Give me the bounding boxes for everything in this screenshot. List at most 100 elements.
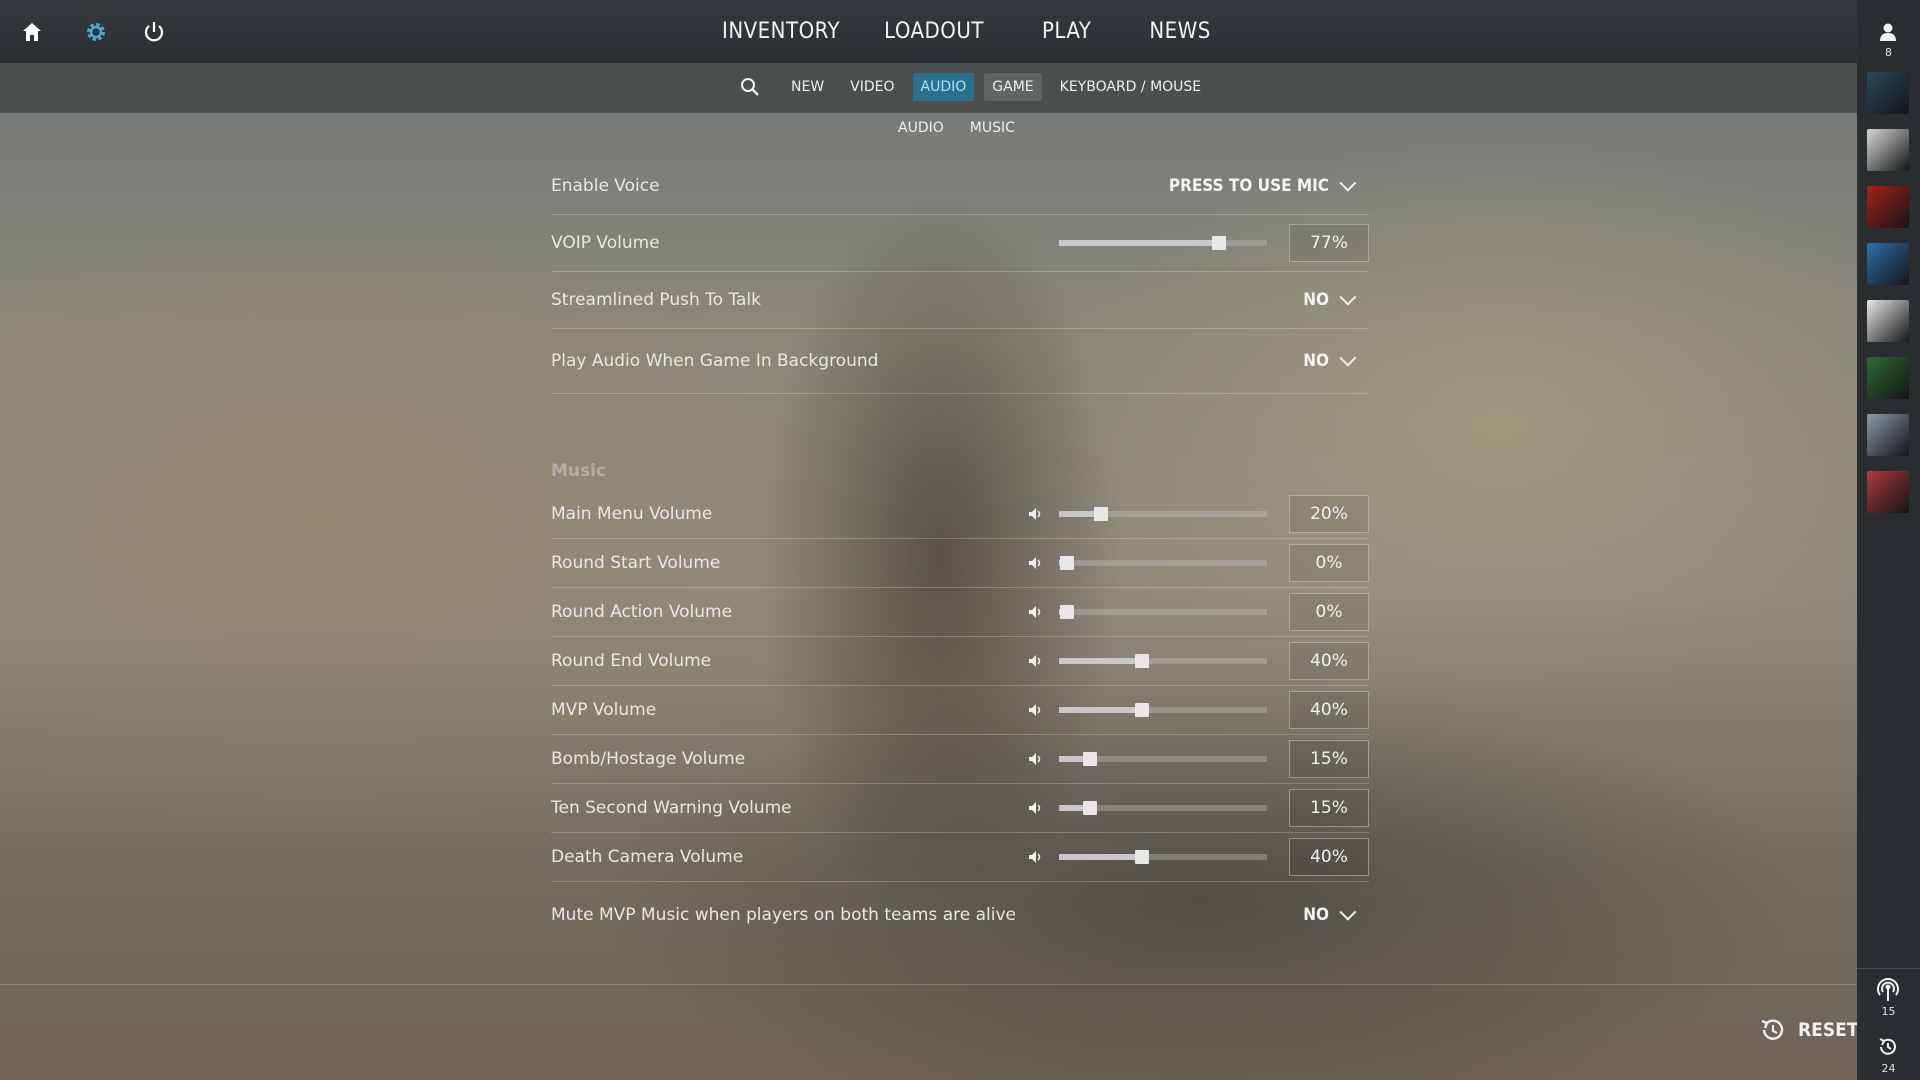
music-volume-slider[interactable] (1059, 752, 1267, 766)
music-settings-list: Main Menu Volume 20% Round Start Volume … (551, 490, 1369, 882)
broadcast-button[interactable]: 15 (1857, 968, 1920, 1019)
streamlined-ptt-dropdown[interactable]: NO (1303, 288, 1357, 310)
volume-value[interactable]: 0% (1289, 593, 1369, 631)
clock-history-icon (1879, 1038, 1896, 1055)
music-volume-slider[interactable] (1059, 556, 1267, 570)
music-volume-slider[interactable] (1059, 605, 1267, 619)
settings-tabs-bar: NEW VIDEO AUDIO GAME KEYBOARD / MOUSE (0, 63, 1857, 113)
slider-handle[interactable] (1083, 752, 1098, 766)
music-volume-row: Ten Second Warning Volume 15% (551, 784, 1369, 833)
setting-label: Ten Second Warning Volume (551, 798, 792, 818)
friend-avatar[interactable] (1867, 471, 1909, 513)
settings-panel: Enable Voice PRESS TO USE MIC VOIP Volum… (551, 158, 1369, 948)
nav-inventory[interactable]: INVENTORY (722, 19, 840, 44)
slider-fill (1059, 658, 1143, 664)
setting-label: Streamlined Push To Talk (551, 290, 762, 310)
slider-handle[interactable] (1093, 507, 1108, 521)
music-volume-slider[interactable] (1059, 801, 1267, 815)
anchor-music[interactable]: MUSIC (970, 120, 1015, 136)
slider-handle[interactable] (1083, 801, 1098, 815)
reset-button[interactable]: RESET (1758, 1016, 1859, 1044)
nav-loadout[interactable]: LOADOUT (884, 19, 984, 44)
friend-avatar[interactable] (1867, 129, 1909, 171)
tab-audio[interactable]: AUDIO (912, 73, 975, 101)
play-background-dropdown[interactable]: NO (1303, 349, 1357, 371)
setting-label: Play Audio When Game In Background (551, 351, 879, 371)
tab-video[interactable]: VIDEO (842, 73, 902, 101)
speaker-icon[interactable] (1028, 654, 1044, 668)
speaker-icon[interactable] (1028, 850, 1044, 864)
footer-divider (0, 984, 1857, 985)
slider-handle[interactable] (1060, 605, 1074, 619)
search-icon[interactable] (740, 77, 760, 97)
setting-label: Mute MVP Music when players on both team… (551, 905, 1016, 925)
history-count: 24 (1881, 1062, 1896, 1075)
chevron-down-icon (1339, 349, 1357, 367)
voip-volume-slider[interactable] (1059, 236, 1267, 250)
speaker-icon[interactable] (1028, 703, 1044, 717)
volume-value[interactable]: 40% (1289, 838, 1369, 876)
setting-enable-voice: Enable Voice PRESS TO USE MIC (551, 158, 1369, 215)
speaker-icon[interactable] (1028, 752, 1044, 766)
broadcast-count: 15 (1881, 1005, 1896, 1018)
music-volume-row: Round Start Volume 0% (551, 539, 1369, 588)
slider-handle[interactable] (1135, 850, 1150, 864)
music-section-title: Music (551, 461, 607, 481)
slider-fill (1059, 240, 1220, 246)
music-volume-slider[interactable] (1059, 703, 1267, 717)
friend-avatar[interactable] (1867, 357, 1909, 399)
tab-new[interactable]: NEW (783, 73, 832, 101)
nav-play[interactable]: PLAY (1042, 19, 1091, 44)
music-volume-row: MVP Volume 40% (551, 686, 1369, 735)
dropdown-value: NO (1303, 290, 1329, 310)
home-icon[interactable] (18, 18, 46, 46)
music-volume-row: Round End Volume 40% (551, 637, 1369, 686)
setting-mute-mvp: Mute MVP Music when players on both team… (551, 882, 1369, 948)
music-volume-row: Main Menu Volume 20% (551, 490, 1369, 539)
nav-news[interactable]: NEWS (1149, 19, 1210, 44)
speaker-icon[interactable] (1028, 605, 1044, 619)
volume-value[interactable]: 15% (1289, 789, 1369, 827)
setting-label: VOIP Volume (551, 233, 660, 253)
friend-avatar[interactable] (1867, 243, 1909, 285)
speaker-icon[interactable] (1028, 507, 1044, 521)
setting-label: Round Action Volume (551, 602, 733, 622)
friends-button[interactable]: 8 (1857, 18, 1920, 62)
music-volume-slider[interactable] (1059, 507, 1267, 521)
voip-volume-value[interactable]: 77% (1289, 224, 1369, 262)
volume-value[interactable]: 20% (1289, 495, 1369, 533)
tab-game[interactable]: GAME (984, 73, 1042, 101)
friend-avatar[interactable] (1867, 300, 1909, 342)
slider-fill (1059, 854, 1143, 860)
mute-mvp-dropdown[interactable]: NO (1303, 903, 1357, 925)
gear-icon[interactable] (82, 18, 110, 46)
volume-value[interactable]: 40% (1289, 691, 1369, 729)
volume-value[interactable]: 15% (1289, 740, 1369, 778)
anchor-audio[interactable]: AUDIO (898, 120, 944, 136)
volume-value[interactable]: 0% (1289, 544, 1369, 582)
dropdown-value: NO (1303, 351, 1329, 371)
volume-value[interactable]: 40% (1289, 642, 1369, 680)
chevron-down-icon (1339, 174, 1357, 192)
friend-avatar[interactable] (1867, 72, 1909, 114)
main-nav: INVENTORY LOADOUT PLAY NEWS (700, 0, 1233, 63)
slider-handle[interactable] (1135, 654, 1150, 668)
power-icon[interactable] (140, 18, 168, 46)
section-anchors: AUDIO MUSIC (898, 120, 1015, 136)
tab-keyboard-mouse[interactable]: KEYBOARD / MOUSE (1052, 73, 1210, 101)
slider-handle[interactable] (1135, 703, 1150, 717)
slider-handle[interactable] (1212, 236, 1227, 250)
music-volume-slider[interactable] (1059, 850, 1267, 864)
friend-avatar[interactable] (1867, 186, 1909, 228)
enable-voice-dropdown[interactable]: PRESS TO USE MIC (1169, 174, 1357, 196)
friends-count: 8 (1885, 46, 1892, 59)
history-button[interactable]: 24 (1857, 1028, 1920, 1078)
setting-label: Main Menu Volume (551, 504, 713, 524)
setting-label: Round End Volume (551, 651, 712, 671)
speaker-icon[interactable] (1028, 801, 1044, 815)
speaker-icon[interactable] (1028, 556, 1044, 570)
friend-avatar[interactable] (1867, 414, 1909, 456)
music-volume-slider[interactable] (1059, 654, 1267, 668)
setting-streamlined-ptt: Streamlined Push To Talk NO (551, 272, 1369, 329)
slider-handle[interactable] (1060, 556, 1074, 570)
